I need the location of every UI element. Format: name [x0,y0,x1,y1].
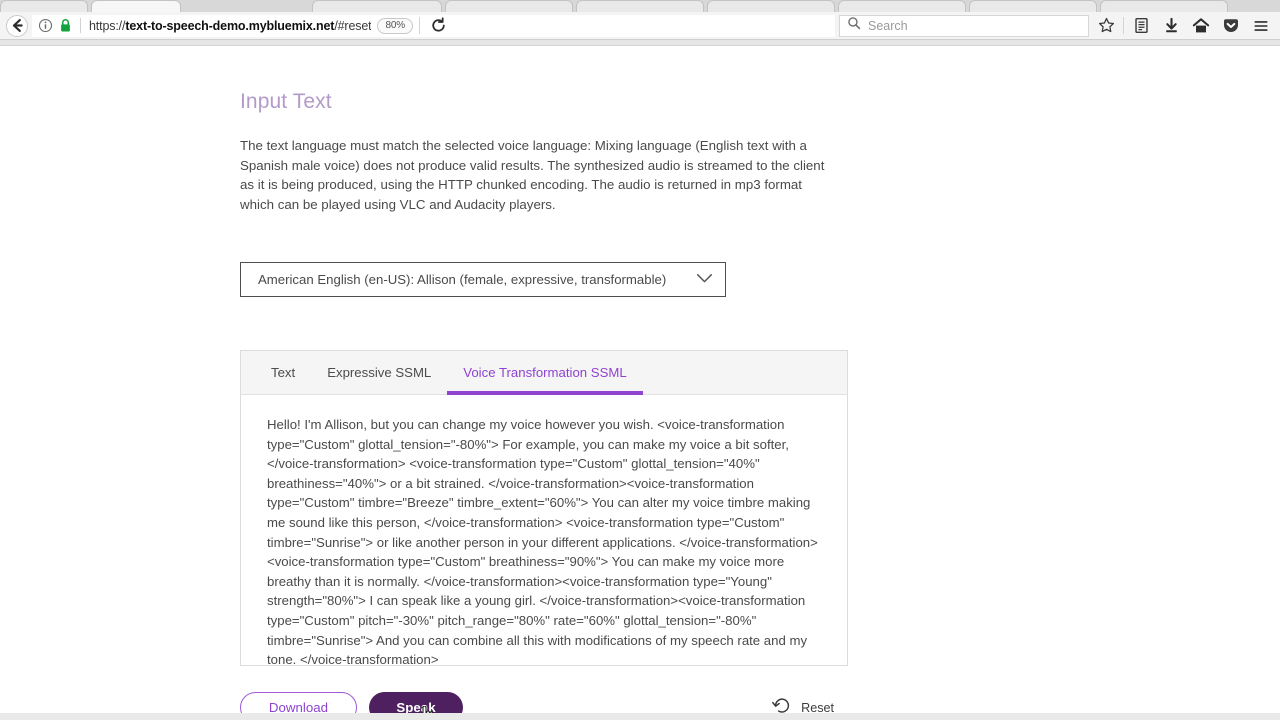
ssml-panel: Text Expressive SSML Voice Transformatio… [240,350,848,666]
browser-tabstrip[interactable] [0,0,1280,12]
zoom-level-badge[interactable]: 80% [377,17,413,34]
home-icon[interactable] [1188,14,1214,38]
browser-tab[interactable] [969,0,1097,12]
library-icon[interactable] [1128,14,1154,38]
browser-tab[interactable] [1100,0,1228,12]
pocket-icon[interactable] [1218,14,1244,38]
downloads-icon[interactable] [1158,14,1184,38]
info-circle-icon[interactable] [38,18,53,33]
voice-select-value: American English (en-US): Allison (femal… [258,272,667,287]
browser-tab[interactable] [576,0,704,12]
browser-tab-active[interactable] [91,0,181,12]
tab-text[interactable]: Text [255,351,311,394]
browser-tab[interactable] [0,0,88,12]
browser-tab[interactable] [312,0,442,12]
chevron-down-icon [696,271,713,289]
intro-paragraph: The text language must match the selecte… [240,138,825,212]
bookmark-star-icon[interactable] [1093,14,1119,38]
toolbar-divider [418,17,420,34]
search-input[interactable]: Search [839,14,1089,37]
voice-select[interactable]: American English (en-US): Allison (femal… [240,262,726,297]
menu-icon[interactable] [1248,14,1274,38]
browser-toolbar: https://text-to-speech-demo.mybluemix.ne… [0,12,1280,40]
page-body: Input Text The text language must match … [0,46,1280,720]
back-arrow-icon[interactable] [6,14,28,37]
tab-expressive-ssml[interactable]: Expressive SSML [311,351,447,394]
address-bar[interactable]: https://text-to-speech-demo.mybluemix.ne… [32,14,835,38]
tab-voice-transformation-ssml[interactable]: Voice Transformation SSML [447,351,644,395]
panel-tablist: Text Expressive SSML Voice Transformatio… [241,351,847,395]
reload-icon[interactable] [426,14,452,38]
browser-tab[interactable] [445,0,573,12]
toolbar-divider [1123,17,1124,34]
browser-chrome: https://text-to-speech-demo.mybluemix.ne… [0,0,1280,46]
content-column: Input Text The text language must match … [240,46,850,214]
search-placeholder: Search [868,18,908,33]
url-text: https://text-to-speech-demo.mybluemix.ne… [89,18,372,33]
ssml-textarea-value: Hello! I'm Allison, but you can change m… [267,417,822,666]
search-icon [847,16,861,35]
page-bottom-edge [0,713,1280,720]
browser-tab[interactable] [838,0,966,12]
padlock-icon[interactable] [59,18,72,33]
browser-tab[interactable] [707,0,835,12]
address-bar-divider [80,18,81,33]
ssml-textarea[interactable]: Hello! I'm Allison, but you can change m… [241,395,847,666]
page-title: Input Text [240,90,332,113]
